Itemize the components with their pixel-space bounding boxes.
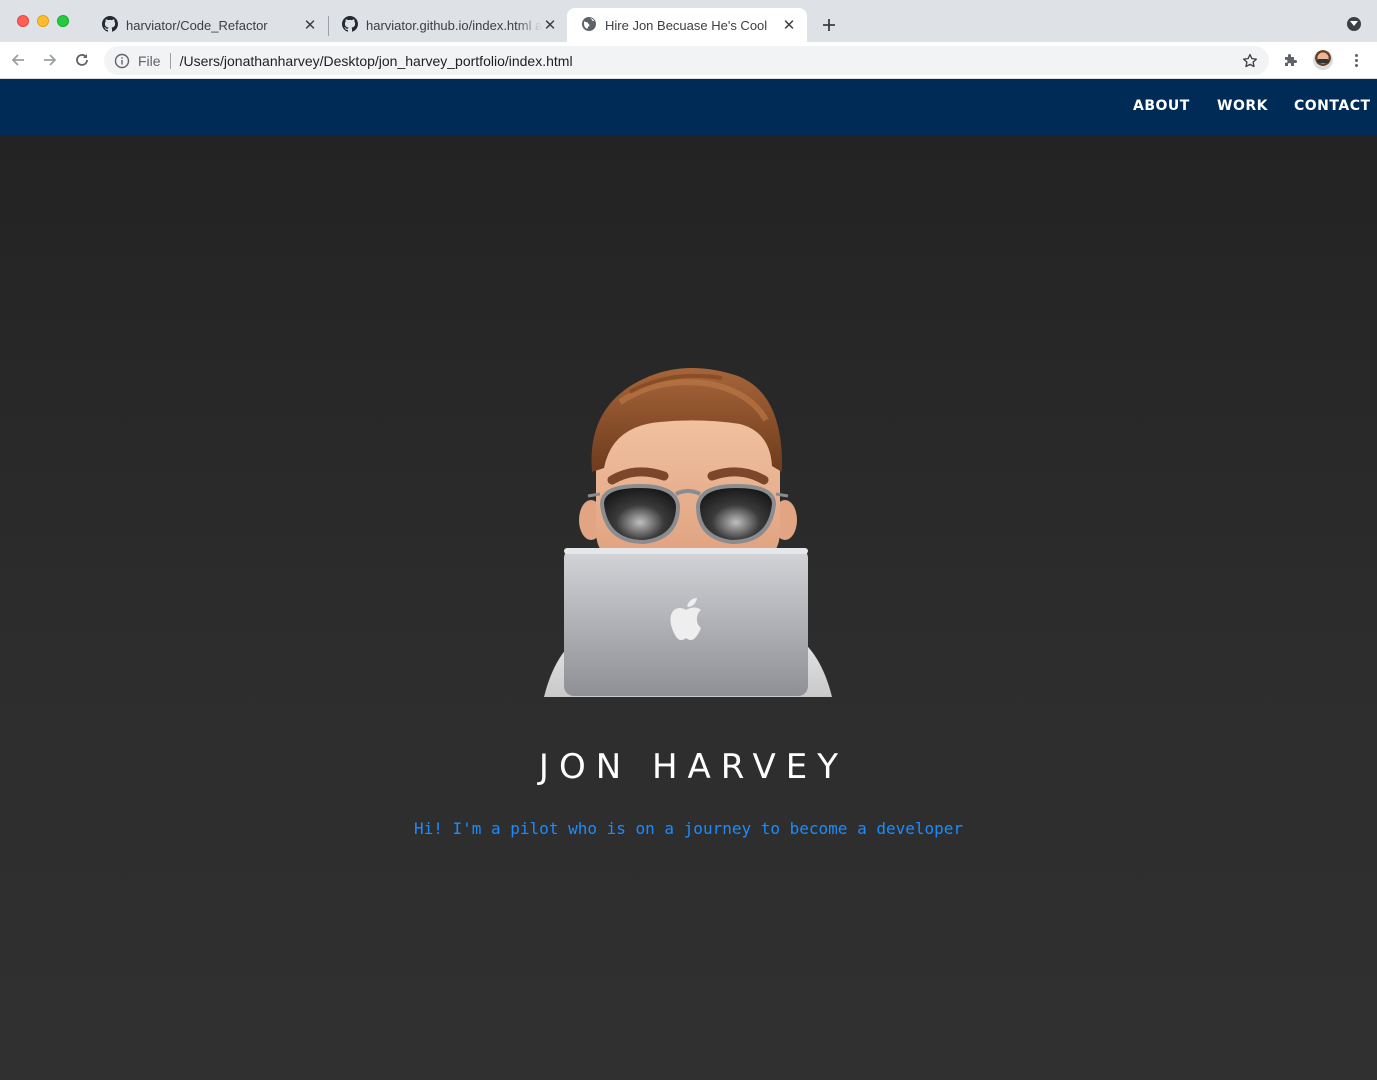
nav-link-work[interactable]: WORK	[1217, 98, 1268, 114]
browser-tabstrip: harviator/Code_Refactor ✕ harviator.gith…	[0, 0, 1377, 42]
forward-arrow-icon[interactable]	[40, 50, 60, 70]
tab-close-icon[interactable]: ✕	[302, 17, 318, 34]
info-icon[interactable]	[114, 53, 130, 69]
tab-search-icon[interactable]	[1347, 17, 1361, 31]
nav-link-contact[interactable]: CONTACT	[1294, 98, 1371, 114]
tab-close-icon[interactable]: ✕	[781, 17, 797, 34]
omnibox-divider	[169, 52, 171, 69]
hero-tagline: Hi! I'm a pilot who is on a journey to b…	[413, 819, 964, 838]
nav-link-about[interactable]: ABOUT	[1133, 98, 1190, 114]
browser-tab[interactable]: harviator/Code_Refactor ✕	[88, 8, 328, 42]
url-text[interactable]: /Users/jonathanharvey/Desktop/jon_harvey…	[180, 53, 1241, 69]
bookmark-star-icon[interactable]	[1241, 52, 1259, 70]
github-icon	[342, 15, 359, 35]
globe-icon	[581, 16, 597, 35]
tab-close-icon[interactable]: ✕	[542, 17, 558, 34]
menu-kebab-icon[interactable]	[1346, 50, 1366, 70]
tab-title: harviator.github.io/index.html a	[366, 17, 542, 33]
reload-icon[interactable]	[72, 50, 92, 70]
hero-name-heading: JON HARVEY	[538, 747, 849, 787]
github-icon	[102, 15, 119, 35]
tab-title: Hire Jon Becuase He's Cool	[605, 17, 768, 33]
close-window-button[interactable]	[17, 15, 29, 27]
memoji-avatar-image	[540, 362, 836, 698]
extensions-puzzle-icon[interactable]	[1281, 50, 1301, 70]
profile-avatar[interactable]	[1313, 50, 1333, 70]
browser-toolbar: File /Users/jonathanharvey/Desktop/jon_h…	[0, 42, 1377, 79]
address-bar[interactable]: File /Users/jonathanharvey/Desktop/jon_h…	[104, 46, 1269, 75]
scheme-label: File	[138, 52, 161, 69]
back-arrow-icon[interactable]	[8, 50, 28, 70]
site-navbar: ABOUT WORK CONTACT	[0, 79, 1377, 136]
browser-tab-active[interactable]: Hire Jon Becuase He's Cool ✕	[567, 8, 807, 42]
tab-title: harviator/Code_Refactor	[126, 17, 268, 33]
minimize-window-button[interactable]	[37, 15, 49, 27]
maximize-window-button[interactable]	[57, 15, 69, 27]
hero-section: JON HARVEY Hi! I'm a pilot who is on a j…	[0, 136, 1377, 1080]
new-tab-icon[interactable]	[818, 14, 840, 36]
browser-tab[interactable]: harviator.github.io/index.html a ✕	[328, 8, 568, 42]
